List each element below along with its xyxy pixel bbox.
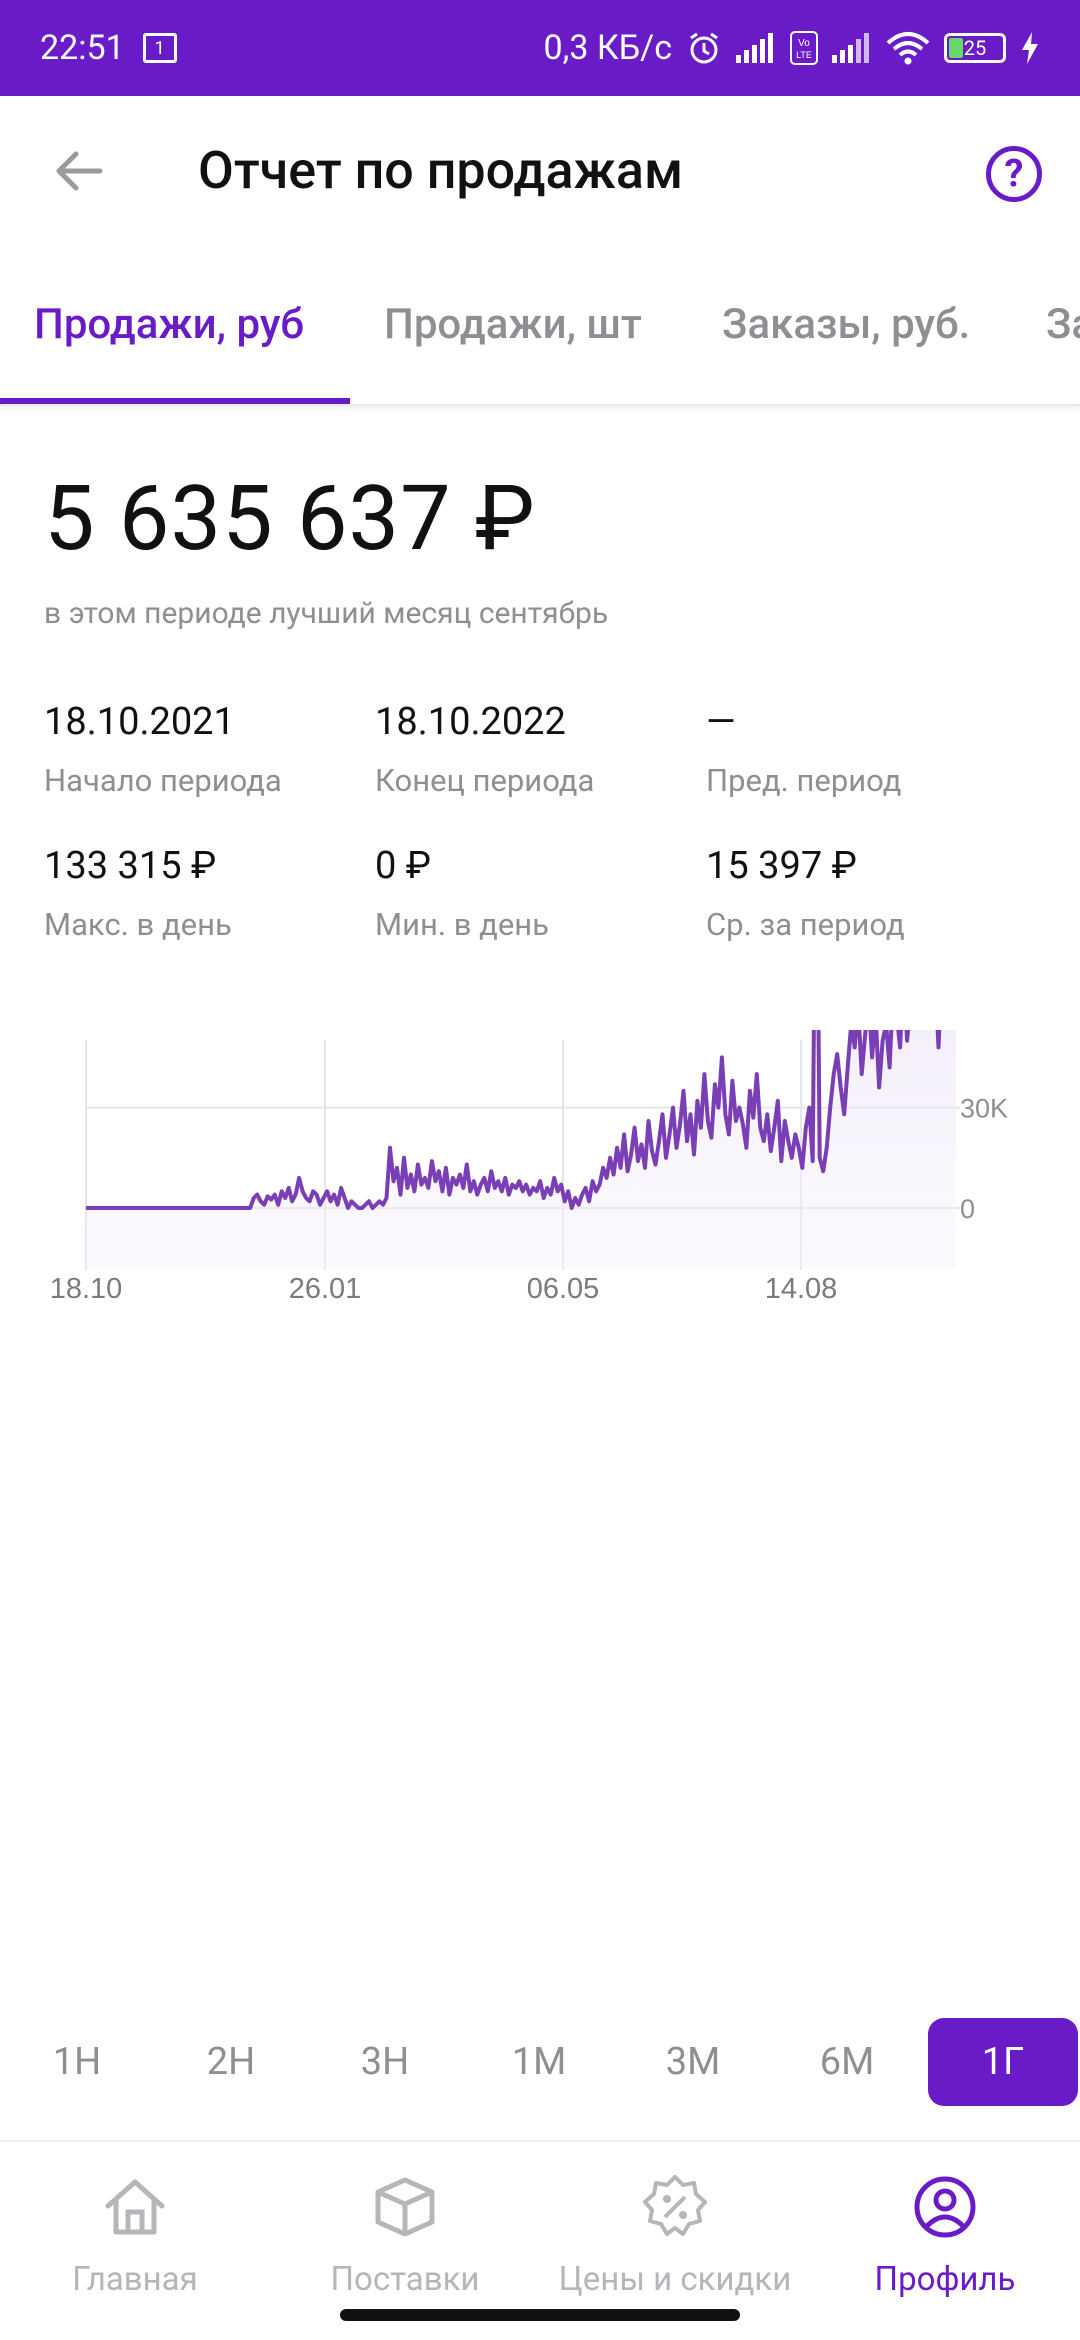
stat-label: Пред. период [706, 762, 902, 799]
alarm-icon [690, 32, 718, 64]
stat-min-day: 0 ₽ Мин. в день [375, 844, 695, 943]
best-month-note: в этом периоде лучший месяц сентябрь [44, 596, 609, 631]
period-1m[interactable]: 1М [464, 2018, 614, 2106]
total-sales: 5 635 637 ₽ [44, 466, 536, 571]
signal-icon-2 [832, 33, 869, 63]
home-icon [105, 2179, 165, 2235]
chart-x-tick-label: 26.01 [289, 1273, 362, 1305]
nav-home[interactable]: Главная [0, 2172, 270, 2299]
stat-label: Мин. в день [375, 906, 549, 943]
tab-bar: Продажи, руб Продажи, шт Заказы, руб. За [0, 256, 1080, 406]
nav-label: Профиль [874, 2260, 1016, 2299]
stat-avg-period: 15 397 ₽ Ср. за период [706, 844, 1026, 943]
box-icon [375, 2177, 435, 2237]
tab-more[interactable]: За [1046, 300, 1080, 349]
tab-orders-rub[interactable]: Заказы, руб. [722, 300, 970, 349]
stat-label: Ср. за период [706, 906, 905, 943]
period-3m[interactable]: 3М [618, 2018, 768, 2106]
stat-prev-period: — Пред. период [706, 700, 1026, 799]
battery-level: 25 [963, 36, 987, 60]
help-icon[interactable]: ? [986, 146, 1042, 202]
chart-y-axis: 150K120K90K60K30K0 [960, 1094, 1008, 1224]
calendar-icon: 1 [142, 33, 177, 63]
status-bar: 22:51 1 0,3 КБ/с Vo LTE 25 [0, 0, 1080, 96]
sales-chart[interactable]: 150K120K90K60K30K0 18.1026.0106.0514.08 [0, 1030, 1080, 1950]
stat-value: — [706, 700, 736, 744]
chart-y-tick-label: 0 [960, 1194, 975, 1224]
home-indicator[interactable] [340, 2309, 740, 2321]
stat-max-day: 133 315 ₽ Макс. в день [44, 844, 364, 943]
stat-label: Конец периода [375, 762, 595, 799]
wifi-icon [886, 32, 930, 65]
stat-period-end: 18.10.2022 Конец периода [375, 700, 695, 799]
stat-label: Макс. в день [44, 906, 232, 943]
period-selector: 1Н 2Н 3Н 1М 3М 6М 1Г [0, 2018, 1080, 2108]
period-1w[interactable]: 1Н [2, 2018, 152, 2106]
chart-x-tick-label: 18.10 [50, 1273, 123, 1305]
tab-sales-pcs[interactable]: Продажи, шт [384, 300, 642, 349]
discount-badge-icon [643, 2175, 707, 2236]
profile-icon [914, 2176, 976, 2238]
sales-chart-svg: 150K120K90K60K30K0 18.1026.0106.0514.08 [50, 1030, 1008, 1305]
charging-icon [1022, 32, 1038, 64]
nav-supplies[interactable]: Поставки [270, 2172, 540, 2299]
signal-icon [736, 33, 773, 63]
period-2w[interactable]: 2Н [156, 2018, 306, 2106]
period-6m[interactable]: 6М [772, 2018, 922, 2106]
nav-prices[interactable]: Цены и скидки [540, 2172, 810, 2299]
calendar-day: 1 [154, 37, 165, 59]
page-title: Отчет по продажам [198, 140, 684, 201]
battery-icon: 25 [944, 33, 1006, 63]
stat-value: 15 397 ₽ [706, 844, 857, 888]
status-time: 22:51 [40, 28, 125, 68]
stat-value: 133 315 ₽ [44, 844, 217, 888]
nav-label: Поставки [330, 2260, 480, 2299]
svg-text:LTE: LTE [796, 50, 812, 60]
stat-value: 0 ₽ [375, 844, 431, 888]
chart-x-tick-label: 14.08 [765, 1273, 838, 1305]
nav-label: Цены и скидки [558, 2260, 792, 2299]
stat-value: 18.10.2022 [375, 700, 566, 744]
tab-sales-rub[interactable]: Продажи, руб [34, 300, 304, 349]
volte-icon: VoLTE [790, 31, 818, 65]
stat-value: 18.10.2021 [44, 700, 235, 744]
app-bar: Отчет по продажам ? [0, 96, 1080, 256]
chart-y-tick-label: 30K [960, 1094, 1008, 1124]
period-3w[interactable]: 3Н [310, 2018, 460, 2106]
period-1y[interactable]: 1Г [928, 2018, 1078, 2106]
active-tab-indicator [0, 398, 350, 404]
nav-label: Главная [72, 2260, 198, 2299]
nav-profile[interactable]: Профиль [810, 2172, 1080, 2299]
network-speed: 0,3 КБ/с [543, 28, 672, 68]
chart-x-tick-label: 06.05 [527, 1273, 600, 1305]
back-arrow-icon[interactable] [54, 146, 104, 196]
stat-period-start: 18.10.2021 Начало периода [44, 700, 364, 799]
chart-x-axis: 18.10 26.01 06.05 14.08 [50, 1273, 838, 1305]
stat-label: Начало периода [44, 762, 282, 799]
svg-text:Vo: Vo [798, 38, 810, 49]
